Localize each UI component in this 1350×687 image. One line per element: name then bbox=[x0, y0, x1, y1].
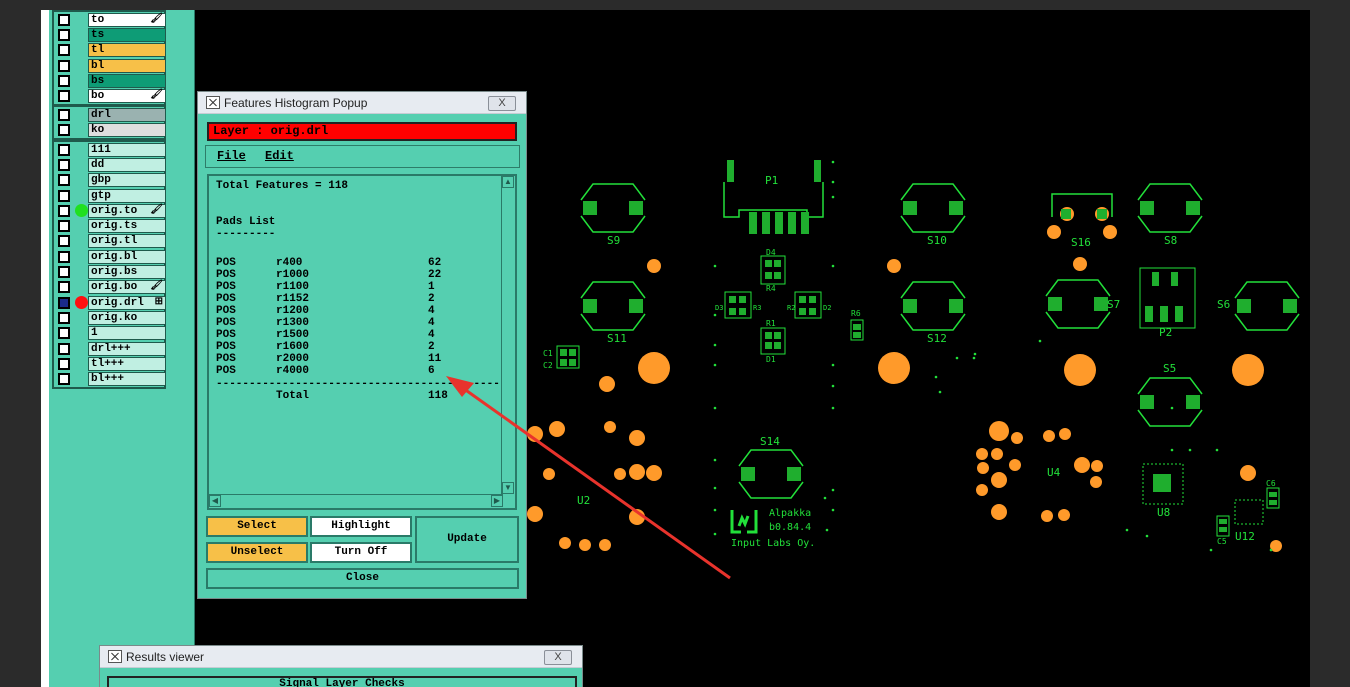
annotation-arrow bbox=[446, 376, 731, 580]
arrow-shaft bbox=[459, 384, 731, 580]
